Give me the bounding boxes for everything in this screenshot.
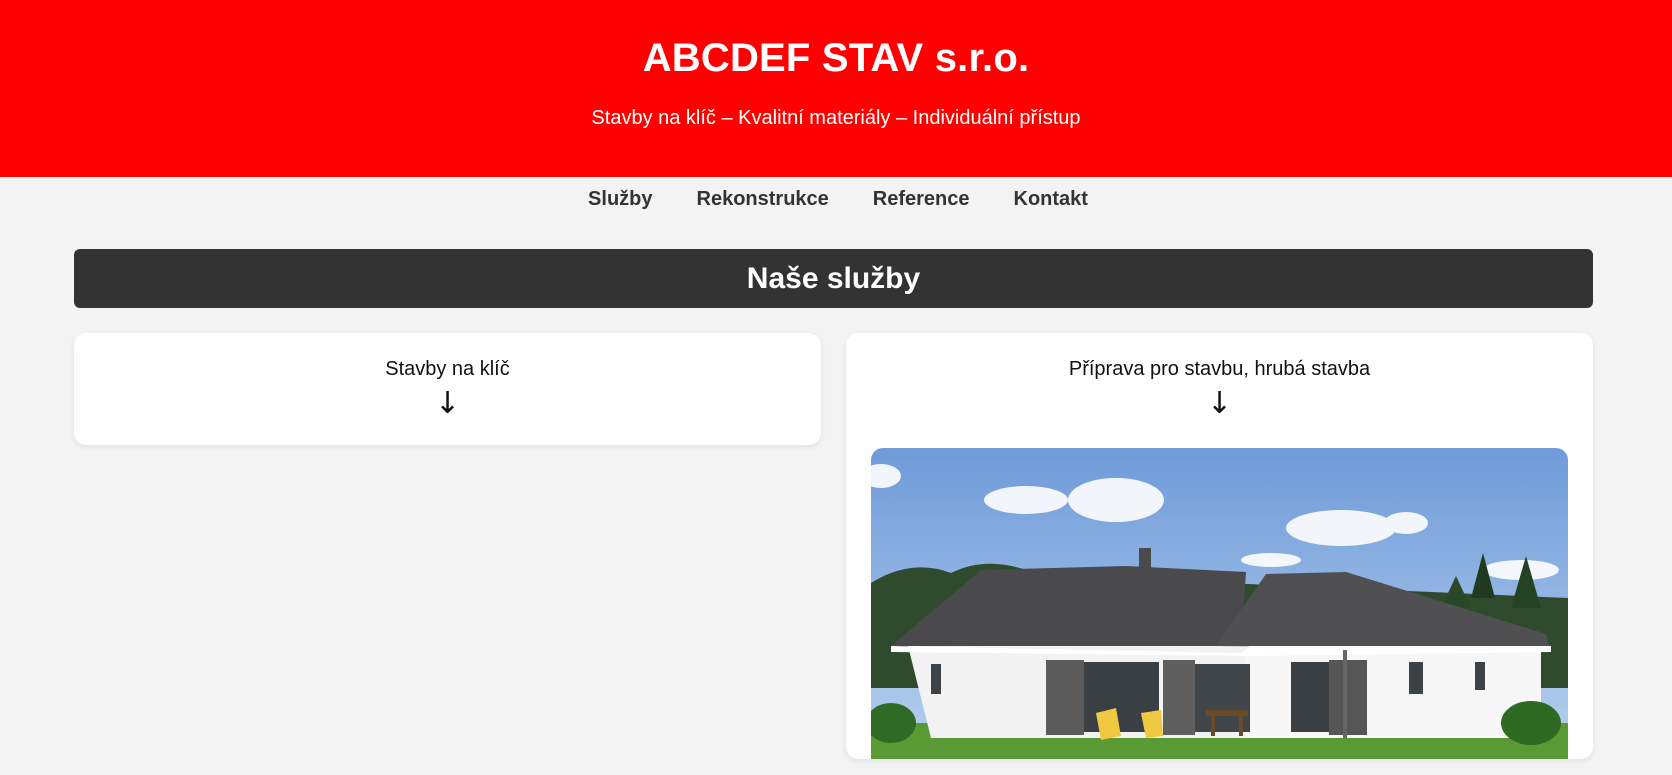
service-card-turnkey[interactable]: Stavby na klíč ↓ — [74, 333, 821, 445]
house-photo — [871, 448, 1568, 759]
section-heading: Naše služby — [74, 249, 1593, 308]
arrow-down-icon[interactable]: ↓ — [74, 387, 821, 421]
nav-link-rekonstrukce[interactable]: Rekonstrukce — [697, 188, 829, 211]
site-header: ABCDEF STAV s.r.o. Stavby na klíč – Kval… — [0, 0, 1672, 177]
arrow-down-icon[interactable]: ↓ — [846, 387, 1593, 421]
service-card-rough-construction[interactable]: Příprava pro stavbu, hrubá stavba ↓ — [846, 333, 1593, 759]
site-tagline: Stavby na klíč – Kvalitní materiály – In… — [591, 107, 1081, 129]
nav-link-reference[interactable]: Reference — [873, 188, 970, 211]
site-title: ABCDEF STAV s.r.o. — [642, 36, 1030, 80]
main-nav: Služby Rekonstrukce Reference Kontakt — [4, 177, 1672, 221]
nav-link-sluzby[interactable]: Služby — [588, 188, 652, 211]
service-card-title: Stavby na klíč — [385, 358, 510, 380]
nav-link-kontakt[interactable]: Kontakt — [1014, 188, 1088, 211]
service-card-title: Příprava pro stavbu, hrubá stavba — [1068, 358, 1371, 380]
